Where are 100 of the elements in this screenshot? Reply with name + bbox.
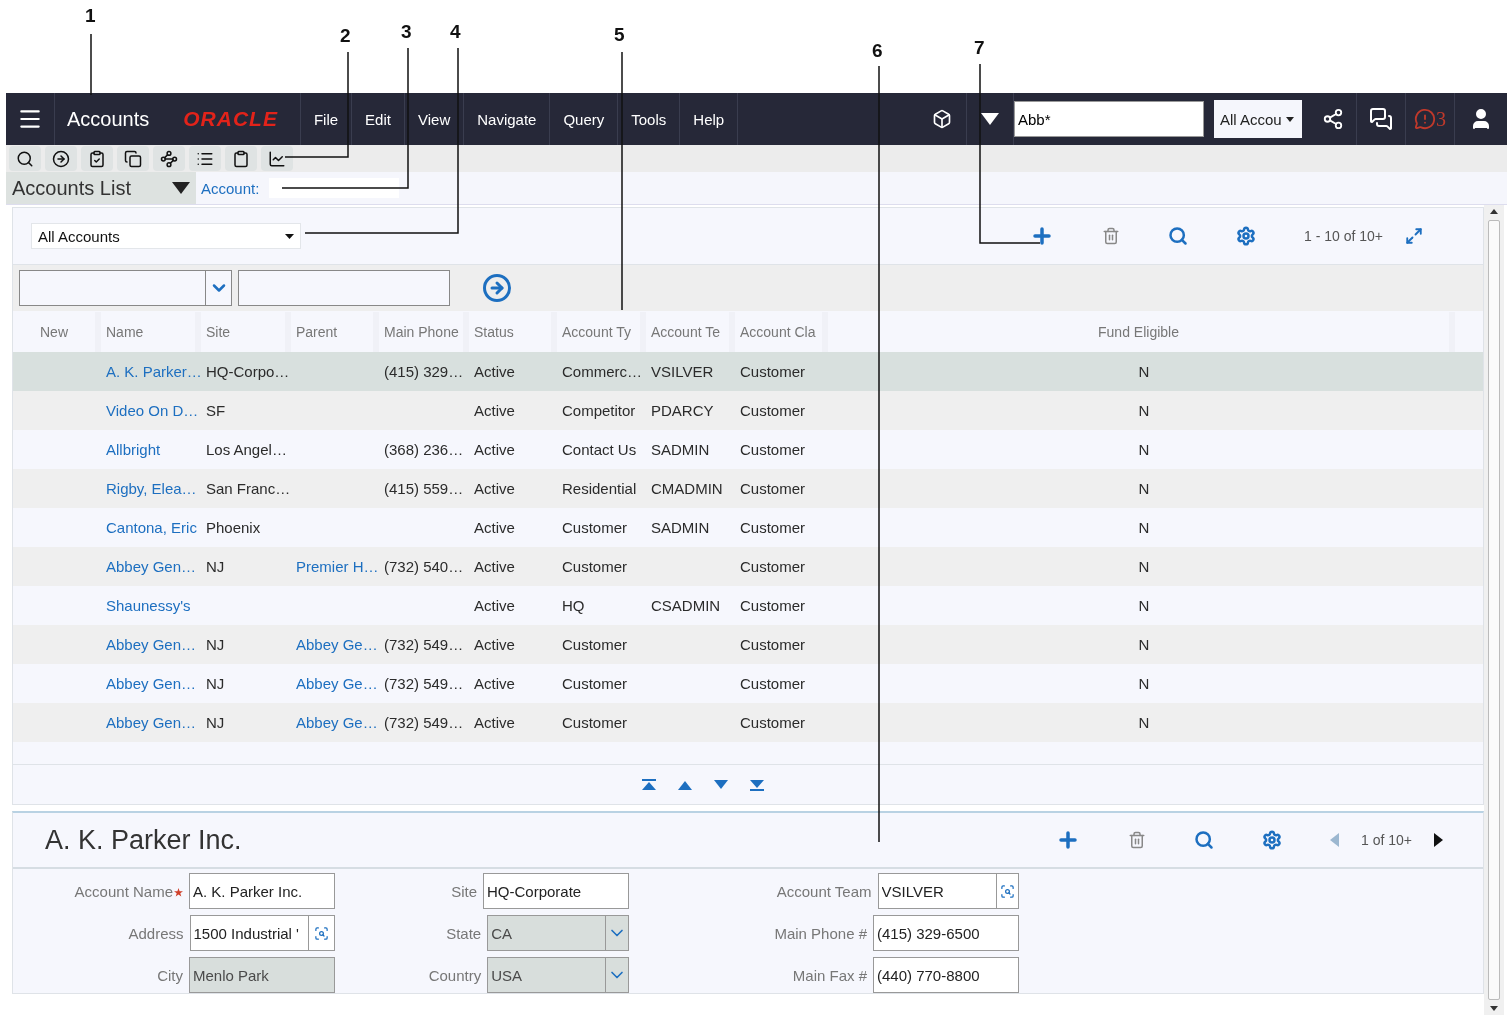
- input-field[interactable]: USA: [487, 957, 607, 993]
- account-link[interactable]: Allbright: [101, 441, 201, 458]
- nodes-icon: [160, 149, 178, 168]
- search-icon[interactable]: [1194, 830, 1214, 850]
- dropdown-button[interactable]: [606, 915, 629, 951]
- input-field[interactable]: (415) 329-6500: [873, 915, 1019, 951]
- table-cell-text: NJ: [205, 714, 226, 731]
- record-title: A. K. Parker Inc.: [45, 824, 242, 856]
- search-icon[interactable]: [1168, 226, 1188, 246]
- settings-icon[interactable]: [1262, 830, 1282, 850]
- account-link[interactable]: Abbey Gen…: [101, 714, 201, 731]
- pager-text: 1 of 10+: [1361, 832, 1412, 848]
- table-cell-text: Commerc…: [561, 363, 643, 380]
- callout-number: 1: [85, 5, 96, 27]
- table-cell-text: Customer: [739, 558, 807, 575]
- input-field[interactable]: CA: [487, 915, 607, 951]
- filter-dropdown[interactable]: All Accounts: [31, 223, 301, 249]
- account-link[interactable]: Abbey Gen…: [101, 675, 201, 692]
- add-icon[interactable]: [1030, 224, 1054, 248]
- field-label: Site: [451, 882, 477, 900]
- account-link[interactable]: Abbey Gen…: [101, 558, 201, 575]
- table-cell-text: Customer: [739, 636, 807, 653]
- input-field[interactable]: (440) 770-8800: [873, 957, 1019, 993]
- input-field[interactable]: Menlo Park: [189, 957, 335, 993]
- go-icon[interactable]: [482, 273, 512, 303]
- table-cell-text: (732) 549…: [383, 675, 465, 692]
- expand-icon[interactable]: [1405, 227, 1423, 245]
- query-field[interactable]: [19, 270, 206, 306]
- search-field[interactable]: Abb*: [1014, 101, 1204, 137]
- table-cell-text: Active: [473, 363, 516, 380]
- table-cell-text: N: [1137, 597, 1151, 614]
- pager-text: 1 - 10 of 10+: [1304, 228, 1383, 244]
- toolbar-button[interactable]: [81, 146, 113, 171]
- logo: ORACLE: [183, 107, 278, 131]
- table-cell-text: Customer: [561, 675, 629, 692]
- toolbar-button[interactable]: [261, 146, 293, 171]
- scroll-down-icon[interactable]: [1490, 1006, 1498, 1011]
- input-field[interactable]: [269, 178, 400, 198]
- field-label: State: [446, 924, 482, 942]
- dropdown-triangle-icon[interactable]: [981, 113, 999, 125]
- caret-icon: [285, 233, 294, 239]
- leader-line: [90, 33, 92, 96]
- account-link[interactable]: Cantona, Eric: [101, 519, 201, 536]
- account-link[interactable]: Abbey Ge…: [291, 636, 379, 653]
- scroll-up-icon[interactable]: [1490, 209, 1498, 214]
- table-cell-text: HQ-Corpo…: [205, 363, 291, 380]
- next-icon[interactable]: [1434, 833, 1443, 847]
- toolbar-button[interactable]: [153, 146, 185, 171]
- trash-icon[interactable]: [1102, 227, 1120, 245]
- dropdown-triangle-icon[interactable]: [172, 182, 190, 194]
- query-field[interactable]: [238, 270, 450, 306]
- toolbar-button[interactable]: [225, 146, 257, 171]
- last-page-icon[interactable]: [750, 778, 764, 791]
- pick-button[interactable]: [996, 873, 1019, 909]
- chat-icon[interactable]: [1369, 107, 1393, 131]
- dropdown-button[interactable]: [205, 270, 232, 306]
- toolbar-button[interactable]: [117, 146, 149, 171]
- table-cell-text: Active: [473, 558, 516, 575]
- input-field[interactable]: HQ-Corporate: [483, 873, 629, 909]
- input-field[interactable]: VSILVER: [877, 873, 997, 909]
- settings-icon[interactable]: [1236, 226, 1256, 246]
- table-row[interactable]: Abbey Gen… NJ Abbey Ge… (732) 549… Active Customer Customer N: [13, 625, 1483, 664]
- table-row[interactable]: Abbey Gen… NJ Premier H… (732) 540… Active Customer Customer N: [13, 547, 1483, 586]
- account-link[interactable]: Abbey Ge…: [291, 675, 379, 692]
- first-page-icon[interactable]: [642, 778, 656, 791]
- account-link[interactable]: Abbey Ge…: [291, 714, 379, 731]
- toolbar-button[interactable]: [9, 146, 41, 171]
- table-cell-text: (368) 236…: [383, 441, 465, 458]
- account-link[interactable]: Rigby, Elea…: [101, 480, 201, 497]
- table-cell-text: Active: [473, 519, 516, 536]
- notification-icon[interactable]: [1414, 108, 1436, 130]
- toolbar-button[interactable]: [189, 146, 221, 171]
- add-icon[interactable]: [1056, 828, 1080, 852]
- input-field[interactable]: A. K. Parker Inc.: [189, 873, 335, 909]
- share-icon[interactable]: [1322, 108, 1344, 130]
- dropdown-button[interactable]: [606, 957, 629, 993]
- table-row[interactable]: Rigby, Elea… San Franc… (415) 559… Active Residential CMADMIN Customer N: [13, 469, 1483, 508]
- table-cell-text: SADMIN: [650, 441, 711, 458]
- table-cell-text: N: [1137, 402, 1151, 419]
- scrollbar[interactable]: [1484, 205, 1504, 1015]
- account-link[interactable]: Abbey Gen…: [101, 636, 201, 653]
- toolbar-button[interactable]: [45, 146, 77, 171]
- account-link[interactable]: Premier H…: [291, 558, 379, 575]
- trash-icon[interactable]: [1128, 831, 1146, 849]
- table-cell-text: N: [1137, 363, 1151, 380]
- table-row[interactable]: Abbey Gen… NJ Abbey Ge… (732) 549… Active Customer Customer N: [13, 703, 1483, 742]
- table-row[interactable]: Video On D… SF Active Competitor PDARCY Customer N: [13, 391, 1483, 430]
- table-cell-text: Customer: [561, 558, 629, 575]
- input-field[interactable]: 1500 Industrial ': [189, 915, 309, 951]
- account-link[interactable]: A. K. Parker…: [101, 363, 201, 380]
- table-cell-text: N: [1137, 636, 1151, 653]
- pick-button[interactable]: [308, 915, 335, 951]
- arrow-circle-icon: [52, 149, 70, 168]
- account-link[interactable]: Shaunessy's: [101, 597, 201, 614]
- scope-dropdown[interactable]: All Accou: [1214, 100, 1302, 138]
- table-row[interactable]: A. K. Parker… HQ-Corpo… (415) 329… Active Commerc… VSILVER Customer N: [13, 352, 1483, 391]
- account-link[interactable]: Video On D…: [101, 402, 201, 419]
- cube-icon[interactable]: [932, 109, 952, 129]
- table-cell-text: Phoenix: [205, 519, 262, 536]
- account-link[interactable]: Account:: [201, 179, 260, 197]
